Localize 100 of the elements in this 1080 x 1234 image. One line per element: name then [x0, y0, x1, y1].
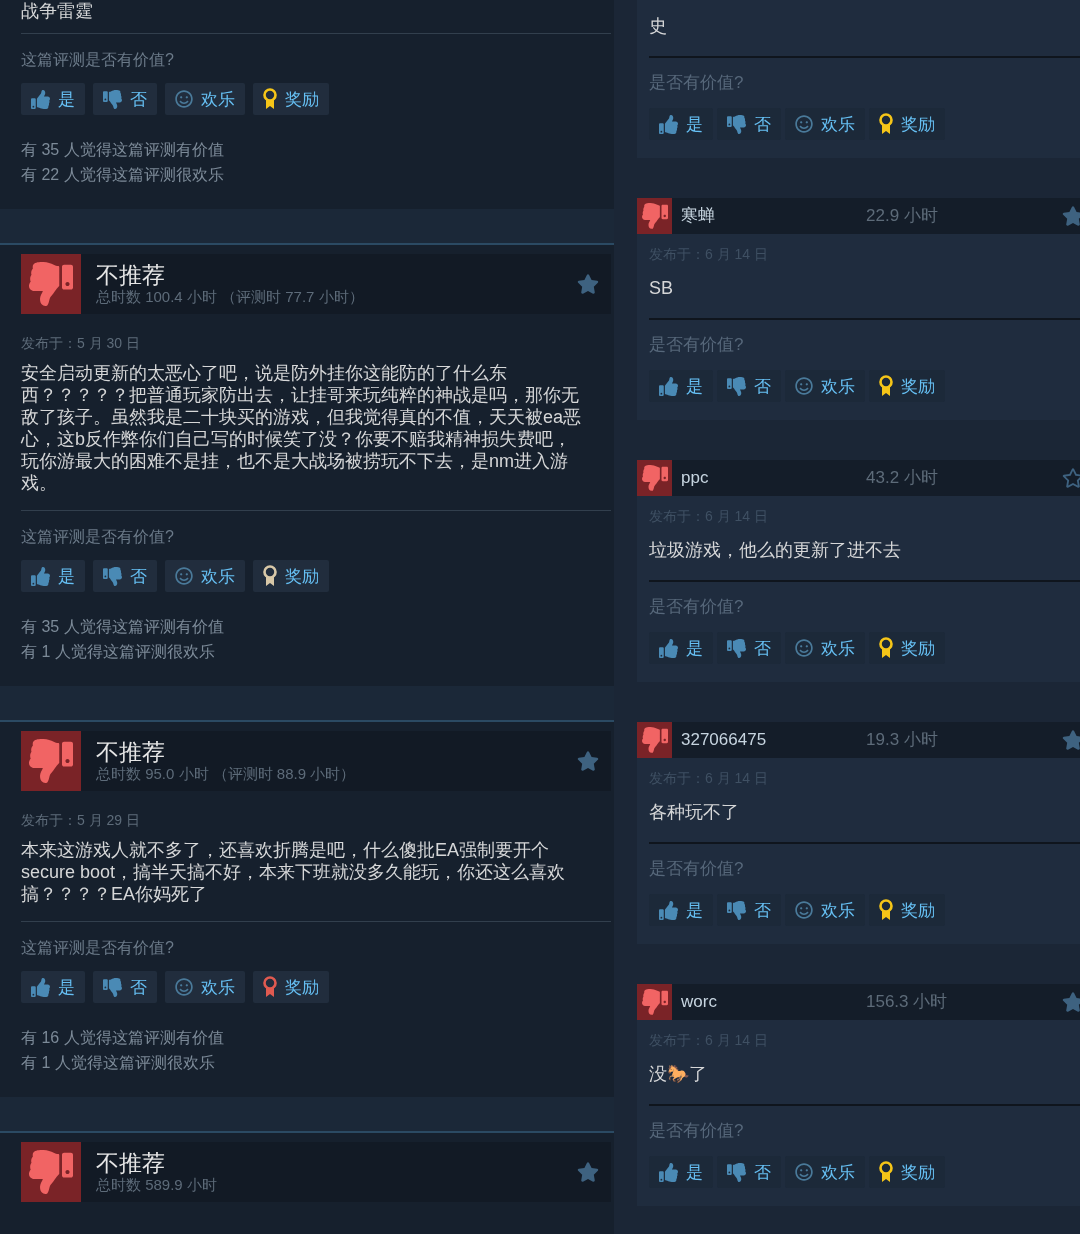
hours-text: 43.2 小时: [866, 467, 939, 490]
vote-button[interactable]: 欢乐: [165, 83, 245, 115]
smiley-icon: [795, 901, 813, 919]
thumbs-up-icon: [31, 89, 50, 109]
not-recommended-icon: [21, 254, 81, 314]
vote-count-text: 有 35 人觉得这篇评测有价值: [21, 140, 225, 160]
vote-button[interactable]: 是: [649, 108, 713, 140]
vote-button[interactable]: 是: [21, 83, 85, 115]
smiley-icon: [795, 639, 813, 657]
thumbs-down-icon: [727, 114, 746, 134]
playtime-text: 总时数 100.4 小时 （评测时 77.7 小时）: [96, 288, 365, 306]
not-recommended-icon: [637, 198, 672, 234]
vote-button[interactable]: 否: [93, 83, 157, 115]
thumbs-up-icon: [659, 376, 678, 396]
review-text: 史: [649, 15, 668, 38]
helpful-question: 这篇评测是否有价值?: [21, 938, 175, 958]
review-text: 安全启动更新的太恶心了吧，说是防外挂你这能防的了什么东西？？？？？把普通玩家防出去，让挂哥来玩纯粹的神战是吗，那你无敌了孩子。虽然我是二十块买的游戏，但我觉得真的不值，天天被ea恶心，这b反作弊你们自己写的时候笑了没？你要不赔我精神损失费吧，玩你游最大的困难不是挂，也不是大战场被捞玩不下去，是nm进入游戏。: [21, 362, 583, 494]
thumbs-down-icon: [727, 638, 746, 658]
user-name: ppc: [681, 467, 710, 490]
user-name: 327066475: [681, 729, 768, 752]
review-text: 没🐎了: [649, 1063, 708, 1086]
vote-button[interactable]: 欢乐: [785, 370, 865, 402]
user-name: worc: [681, 991, 718, 1014]
helpful-question: 是否有价值?: [649, 334, 745, 356]
not-recommended-icon: [21, 1142, 81, 1202]
thumbs-up-icon: [659, 900, 678, 920]
verdict-title: 不推荐: [96, 262, 166, 288]
vote-button[interactable]: 欢乐: [785, 894, 865, 926]
not-recommended-icon: [637, 722, 672, 758]
smiley-icon: [175, 978, 193, 996]
playtime-text: 总时数 589.9 小时: [96, 1176, 218, 1194]
vote-button[interactable]: 否: [93, 560, 157, 592]
verdict-title: 不推荐: [96, 739, 166, 765]
vote-button[interactable]: 否: [93, 971, 157, 1003]
thumbs-up-icon: [31, 977, 50, 997]
not-recommended-icon: [21, 731, 81, 791]
user-name: 寒蝉: [681, 205, 716, 228]
not-recommended-icon: [637, 984, 672, 1020]
smiley-icon: [175, 567, 193, 585]
vote-button[interactable]: 是: [21, 560, 85, 592]
vote-button[interactable]: 否: [717, 632, 781, 664]
review-text: 本来这游戏人就不多了，还喜欢折腾是吧，什么傻批EA强制要开个secure boot，搞半天搞不好，本来下班就没多久能玩，你还这么喜欢搞？？？？EA你妈死了: [21, 839, 567, 905]
not-recommended-icon: [637, 460, 672, 496]
vote-button[interactable]: 欢乐: [785, 1156, 865, 1188]
vote-button[interactable]: 否: [717, 370, 781, 402]
review-text: 各种玩不了: [649, 801, 740, 824]
vote-button[interactable]: 奖励: [869, 894, 945, 926]
hours-text: 19.3 小时: [866, 729, 939, 752]
vote-button[interactable]: 是: [649, 894, 713, 926]
vote-button[interactable]: 是: [649, 632, 713, 664]
helpful-question: 这篇评测是否有价值?: [21, 50, 175, 70]
vote-button[interactable]: 奖励: [869, 632, 945, 664]
vote-button[interactable]: 是: [21, 971, 85, 1003]
helpful-question: 是否有价值?: [649, 1120, 745, 1142]
vote-button[interactable]: 奖励: [253, 83, 329, 115]
vote-button[interactable]: 是: [649, 1156, 713, 1188]
star-icon[interactable]: [577, 1161, 599, 1183]
vote-button[interactable]: 欢乐: [165, 971, 245, 1003]
smiley-icon: [795, 1163, 813, 1181]
review-text: SB: [649, 277, 674, 300]
vote-button[interactable]: 奖励: [253, 560, 329, 592]
vote-count-text: 有 16 人觉得这篇评测有价值: [21, 1028, 225, 1048]
smiley-icon: [795, 115, 813, 133]
thumbs-down-icon: [727, 1162, 746, 1182]
vote-button[interactable]: 欢乐: [785, 632, 865, 664]
vote-button[interactable]: 奖励: [869, 1156, 945, 1188]
star-icon[interactable]: [1062, 729, 1080, 751]
star-icon[interactable]: [1062, 205, 1080, 227]
thumbs-up-icon: [659, 638, 678, 658]
vote-count-text: 有 35 人觉得这篇评测有价值: [21, 617, 225, 637]
vote-button[interactable]: 是: [649, 370, 713, 402]
star-icon[interactable]: [577, 273, 599, 295]
star-icon[interactable]: [577, 750, 599, 772]
vote-button[interactable]: 否: [717, 108, 781, 140]
helpful-question: 是否有价值?: [649, 72, 745, 94]
thumbs-up-icon: [659, 1162, 678, 1182]
thumbs-down-icon: [727, 900, 746, 920]
review-text: 战争雷霆: [21, 0, 94, 22]
vote-button[interactable]: 奖励: [253, 971, 329, 1003]
vote-button[interactable]: 欢乐: [785, 108, 865, 140]
smiley-icon: [795, 377, 813, 395]
hours-text: 22.9 小时: [866, 205, 939, 228]
vote-button[interactable]: 奖励: [869, 370, 945, 402]
helpful-question: 是否有价值?: [649, 596, 745, 618]
smiley-icon: [175, 90, 193, 108]
thumbs-down-icon: [103, 566, 122, 586]
vote-button[interactable]: 欢乐: [165, 560, 245, 592]
vote-count-text: 有 1 人觉得这篇评测很欢乐: [21, 642, 216, 662]
review-text: 垃圾游戏，他么的更新了进不去: [649, 539, 902, 562]
post-date: 发布于：5 月 29 日: [21, 811, 142, 829]
playtime-text: 总时数 95.0 小时 （评测时 88.9 小时）: [96, 765, 357, 783]
vote-button[interactable]: 奖励: [869, 108, 945, 140]
hours-text: 156.3 小时: [866, 991, 949, 1014]
thumbs-up-icon: [659, 114, 678, 134]
vote-button[interactable]: 否: [717, 1156, 781, 1188]
star-icon[interactable]: [1062, 991, 1080, 1013]
star-outline-icon[interactable]: [1062, 467, 1080, 489]
vote-button[interactable]: 否: [717, 894, 781, 926]
thumbs-up-icon: [31, 566, 50, 586]
thumbs-down-icon: [103, 89, 122, 109]
